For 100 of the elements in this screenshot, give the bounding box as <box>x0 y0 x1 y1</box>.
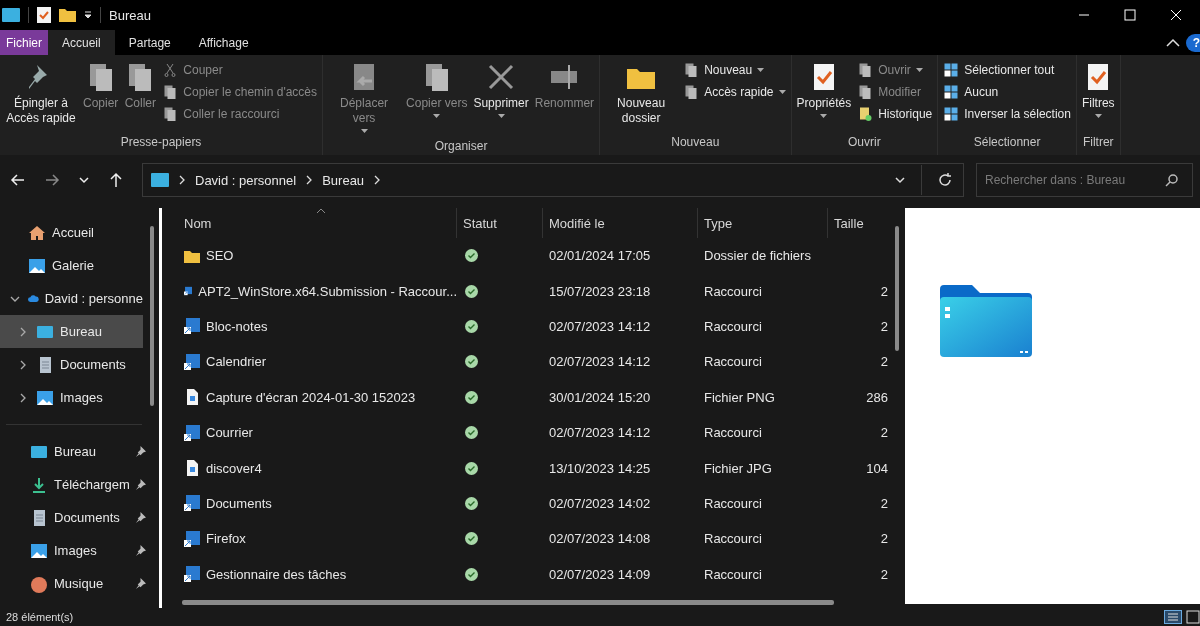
ribbon-button[interactable]: Nouveau <box>681 61 788 79</box>
help-button[interactable]: ? <box>1186 33 1200 52</box>
file-name[interactable]: APT2_WinStore.x64.Submission - Raccour... <box>198 283 457 299</box>
table-cell-text: Raccourci <box>703 318 763 334</box>
table-cell-text: 2 <box>879 354 888 370</box>
table-cell-text: 02/07/2023 14:12 <box>548 354 652 370</box>
ribbon-button[interactable]: Nouveau dossier <box>603 59 680 128</box>
ribbon-tab[interactable]: Fichier <box>0 30 48 55</box>
folder-icon <box>940 285 1032 357</box>
group-label: Filtrer <box>1081 134 1115 151</box>
table-cell-text: 02/07/2023 14:09 <box>548 566 652 582</box>
image-icon <box>36 388 54 407</box>
table-cell-text: Raccourci <box>703 354 763 370</box>
address-bar[interactable]: David : personnel Bureau <box>142 163 964 197</box>
caret-icon <box>1094 114 1102 118</box>
caret-icon[interactable] <box>84 11 92 19</box>
folder-icon[interactable] <box>59 8 76 22</box>
desktop-icon <box>151 173 169 187</box>
column-header[interactable]: Nom <box>162 208 457 238</box>
shortcut-icon <box>184 424 200 441</box>
back-icon[interactable] <box>10 172 26 188</box>
tiles-view-icon[interactable] <box>1186 610 1200 624</box>
table-cell-text: Fichier JPG <box>703 460 773 476</box>
item-count: 28 élément(s) <box>6 611 74 623</box>
chevron-icon[interactable] <box>894 174 906 186</box>
sidebar-item[interactable]: Documents <box>0 501 150 534</box>
chevron-icon[interactable] <box>373 175 382 185</box>
ribbon-button[interactable]: Filtres <box>1079 59 1117 120</box>
chevron-icon[interactable] <box>18 359 28 370</box>
table-cell-text: 2 <box>879 566 888 582</box>
column-header[interactable]: Statut <box>457 208 543 238</box>
chevron-icon[interactable] <box>18 392 28 403</box>
file-name[interactable]: Documents <box>206 495 272 511</box>
sidebar-item[interactable]: Images <box>0 381 143 414</box>
file-name[interactable]: SEO <box>206 248 234 264</box>
window-title: Bureau <box>109 7 151 23</box>
search-field[interactable]: Rechercher dans : Bureau <box>976 163 1193 197</box>
breadcrumb[interactable]: David : personnel <box>195 172 297 188</box>
table-cell-text: 02/07/2023 14:02 <box>548 495 652 511</box>
table-cell-text: 02/07/2023 14:12 <box>548 425 652 441</box>
group-label: Sélectionner <box>972 134 1042 151</box>
chevron-icon[interactable] <box>78 174 90 186</box>
sidebar-item[interactable]: Musique <box>0 567 150 600</box>
sidebar-item[interactable]: Documents <box>0 348 143 381</box>
home-icon <box>28 223 46 242</box>
scrollbar[interactable] <box>150 226 154 406</box>
table-cell-text: Raccourci <box>703 495 763 511</box>
scrollbar[interactable] <box>182 600 834 605</box>
search-icon <box>1165 173 1179 187</box>
table-cell-text: 13/10/2023 14:25 <box>548 460 652 476</box>
up-icon[interactable] <box>108 172 124 188</box>
column-header[interactable]: Taille <box>828 208 888 238</box>
breadcrumb[interactable]: Bureau <box>322 172 365 188</box>
sidebar-item[interactable]: Téléchargem <box>0 468 150 501</box>
file-name[interactable]: Bloc-notes <box>206 318 268 334</box>
maximize-icon[interactable] <box>1124 9 1136 21</box>
collapse-icon[interactable] <box>1166 37 1180 48</box>
ribbon-button[interactable]: Inverser la sélection <box>941 105 1073 123</box>
file-name[interactable]: Gestionnaire des tâches <box>206 566 347 582</box>
ribbon-button[interactable]: Aucun <box>941 83 1073 101</box>
close-icon[interactable] <box>1170 9 1182 21</box>
properties-icon[interactable] <box>37 7 51 23</box>
image-file-icon <box>184 460 200 477</box>
group-label: Presse-papiers <box>119 134 203 151</box>
table-cell-text: 02/07/2023 14:12 <box>548 318 652 334</box>
refresh-icon[interactable] <box>937 172 953 188</box>
ribbon-button[interactable]: Épingler à Accès rapide <box>3 59 79 128</box>
column-header[interactable]: Type <box>698 208 828 238</box>
file-name[interactable]: Firefox <box>206 531 246 547</box>
sidebar-item[interactable]: Bureau <box>0 435 150 468</box>
details-view-icon[interactable] <box>1164 610 1182 624</box>
sidebar-item[interactable]: David : personne <box>0 282 143 315</box>
ribbon-button[interactable]: Historique <box>855 105 935 123</box>
sidebar-item[interactable]: Galerie <box>0 249 143 282</box>
scrollbar[interactable] <box>895 226 899 351</box>
file-name[interactable]: discover4 <box>206 460 262 476</box>
group-label: Nouveau <box>670 134 721 151</box>
ribbon-button[interactable]: Propriétés <box>794 59 854 120</box>
pin-icon <box>135 512 146 523</box>
file-name[interactable]: Courrier <box>206 425 253 441</box>
chevron-icon[interactable] <box>178 175 186 185</box>
shortcut-icon <box>184 566 200 583</box>
sidebar-item[interactable]: Images <box>0 534 150 567</box>
sidebar-item[interactable]: Bureau <box>0 315 143 348</box>
image-icon <box>28 256 46 275</box>
column-header[interactable]: Modifié le <box>543 208 698 238</box>
table-cell-text: 02/01/2024 17:05 <box>548 248 652 264</box>
ribbon-button[interactable]: Supprimer <box>471 59 531 120</box>
ribbon-button[interactable]: Sélectionner tout <box>941 61 1073 79</box>
table-cell-text: 15/07/2023 23:18 <box>548 283 652 299</box>
file-name[interactable]: Capture d'écran 2024-01-30 152023 <box>206 389 416 405</box>
table-cell-text: Raccourci <box>703 531 763 547</box>
table-cell-text: 2 <box>879 283 888 299</box>
ribbon-tab[interactable]: Accueil <box>48 30 115 55</box>
caret-icon <box>433 114 441 118</box>
ribbon-button[interactable]: Accès rapide <box>681 83 788 101</box>
file-name[interactable]: Calendrier <box>206 354 266 370</box>
group-label: Organiser <box>433 138 489 155</box>
sidebar-item[interactable]: Accueil <box>0 216 143 249</box>
chevron-icon[interactable] <box>305 175 314 185</box>
